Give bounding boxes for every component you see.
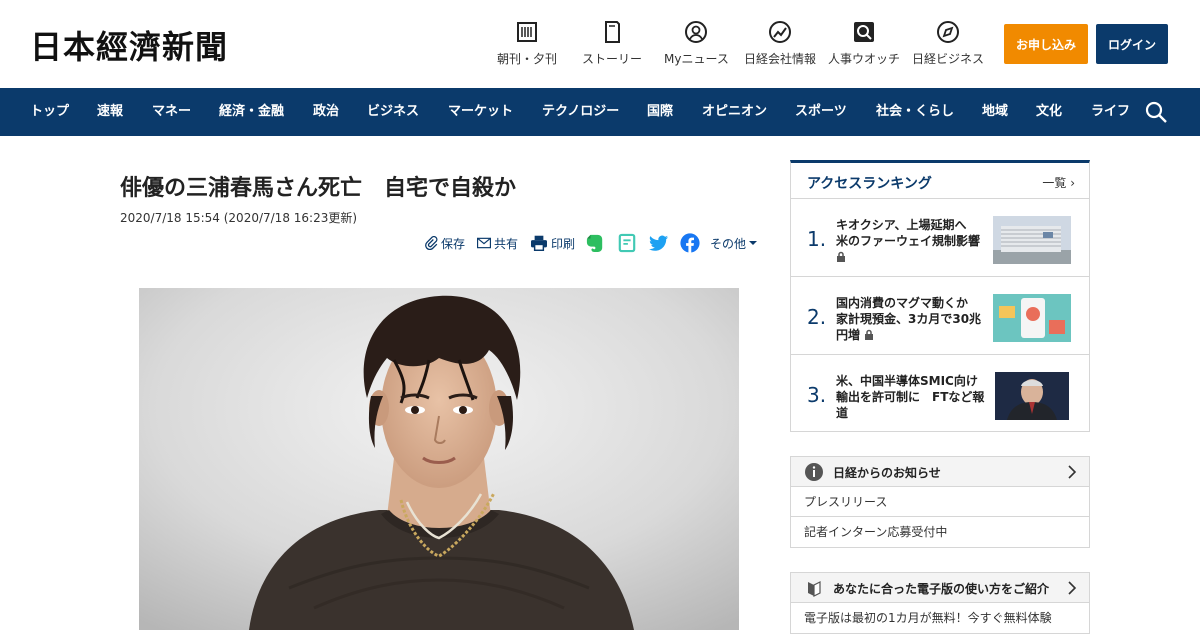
nav-money[interactable]: マネー bbox=[152, 88, 191, 136]
twitter-button[interactable] bbox=[649, 233, 672, 253]
note-icon bbox=[618, 233, 636, 253]
ranking-item-title: 米、中国半導体SMIC向け輸出を許可制に FTなど報道 bbox=[836, 374, 985, 420]
nav-market[interactable]: マーケット bbox=[448, 88, 513, 136]
chevron-right-icon bbox=[1068, 581, 1077, 595]
share-button[interactable]: 共有 bbox=[477, 233, 518, 253]
facebook-button[interactable] bbox=[680, 233, 703, 253]
guide-title: あなたに合った電子版の使い方をご紹介 bbox=[833, 582, 1050, 596]
ranking-item-title: キオクシア、上場延期へ 米のファーウェイ規制影響 bbox=[836, 217, 986, 265]
site-header: 日本經濟新聞 朝刊・夕刊 ストーリー Myニュース 日経会社情報 人事ウオッチ … bbox=[0, 0, 1200, 88]
access-ranking: アクセスランキング 一覧 › 1. キオクシア、上場延期へ 米のファーウェイ規制… bbox=[790, 160, 1090, 432]
compass-icon bbox=[937, 21, 959, 43]
facebook-icon bbox=[680, 233, 700, 253]
nav-international[interactable]: 国際 bbox=[647, 88, 673, 136]
info-icon bbox=[805, 463, 823, 481]
search-icon[interactable] bbox=[1144, 100, 1168, 124]
nav-economy[interactable]: 経済・金融 bbox=[219, 88, 284, 136]
nav-region[interactable]: 地域 bbox=[982, 88, 1008, 136]
nav-politics[interactable]: 政治 bbox=[313, 88, 339, 136]
nav-breaking[interactable]: 速報 bbox=[97, 88, 123, 136]
beginner-mark-icon bbox=[808, 581, 821, 597]
nav-opinion[interactable]: オピニオン bbox=[702, 88, 767, 136]
caret-down-icon bbox=[749, 241, 758, 245]
notice-header[interactable]: 日経からのお知らせ bbox=[791, 457, 1089, 487]
nav-my-news[interactable]: Myニュース bbox=[664, 20, 729, 67]
notice-item-press-release[interactable]: プレスリリース bbox=[791, 487, 1089, 517]
main-nav: トップ 速報 マネー 経済・金融 政治 ビジネス マーケット テクノロジー 国際… bbox=[0, 88, 1200, 136]
nav-top[interactable]: トップ bbox=[30, 88, 69, 136]
article-photo bbox=[139, 288, 739, 630]
twitter-icon bbox=[649, 235, 669, 251]
ranking-item[interactable]: 1. キオクシア、上場延期へ 米のファーウェイ規制影響 bbox=[791, 199, 1089, 277]
nav-business[interactable]: ビジネス bbox=[367, 88, 419, 136]
notice-title: 日経からのお知らせ bbox=[833, 466, 941, 480]
notice-item-intern[interactable]: 記者インターン応募受付中 bbox=[791, 517, 1089, 547]
newspaper-icon bbox=[517, 22, 537, 42]
nav-nikkei-business[interactable]: 日経ビジネス bbox=[912, 20, 984, 67]
printer-icon bbox=[531, 235, 547, 251]
nav-life[interactable]: ライフ bbox=[1091, 88, 1130, 136]
ranking-item[interactable]: 2. 国内消費のマグマ動くか 家計現預金、3カ月で30兆円増 bbox=[791, 277, 1089, 355]
nav-society[interactable]: 社会・くらし bbox=[876, 88, 954, 136]
rank-number: 1. bbox=[807, 227, 827, 251]
nav-company-info[interactable]: 日経会社情報 bbox=[744, 20, 816, 67]
guide-header[interactable]: あなたに合った電子版の使い方をご紹介 bbox=[791, 573, 1089, 603]
login-button[interactable]: ログイン bbox=[1096, 24, 1168, 64]
subscribe-button[interactable]: お申し込み bbox=[1004, 24, 1088, 64]
ranking-header: アクセスランキング 一覧 › bbox=[791, 163, 1089, 199]
book-icon bbox=[605, 21, 620, 43]
evernote-button[interactable] bbox=[586, 233, 607, 253]
rank-number: 2. bbox=[807, 305, 827, 329]
chevron-right-icon bbox=[1068, 465, 1077, 479]
nikkei-notice-box: 日経からのお知らせ プレスリリース 記者インターン応募受付中 bbox=[790, 456, 1090, 548]
ranking-more-link[interactable]: 一覧 › bbox=[1042, 174, 1075, 191]
ranking-thumbnail bbox=[995, 372, 1069, 420]
nav-print-edition[interactable]: 朝刊・夕刊 bbox=[497, 20, 557, 67]
ranking-item[interactable]: 3. 米、中国半導体SMIC向け輸出を許可制に FTなど報道 bbox=[791, 355, 1089, 433]
lock-icon bbox=[865, 329, 874, 340]
search-person-icon bbox=[854, 22, 874, 42]
paperclip-icon bbox=[425, 236, 438, 250]
nav-culture[interactable]: 文化 bbox=[1036, 88, 1062, 136]
site-logo[interactable]: 日本經濟新聞 bbox=[30, 22, 228, 68]
nav-story[interactable]: ストーリー bbox=[582, 20, 642, 67]
article-title: 俳優の三浦春馬さん死亡 自宅で自殺か bbox=[120, 176, 517, 201]
chart-icon bbox=[769, 21, 791, 43]
lock-icon bbox=[837, 251, 845, 262]
user-icon bbox=[685, 21, 708, 43]
article-date: 2020/7/18 15:54 (2020/7/18 16:23更新) bbox=[120, 211, 358, 225]
more-share-button[interactable]: その他 bbox=[710, 233, 761, 253]
ranking-item-title: 国内消費のマグマ動くか 家計現預金、3カ月で30兆円増 bbox=[836, 296, 982, 342]
mail-icon bbox=[477, 237, 491, 249]
guide-item-free-trial[interactable]: 電子版は最初の1カ月が無料！今すぐ無料体験 bbox=[791, 603, 1089, 633]
ranking-thumbnail bbox=[993, 294, 1071, 342]
ranking-title: アクセスランキング bbox=[807, 176, 932, 192]
save-button[interactable]: 保存 bbox=[424, 233, 465, 253]
nav-sports[interactable]: スポーツ bbox=[795, 88, 847, 136]
ranking-thumbnail bbox=[993, 216, 1071, 264]
chevron-right-icon: › bbox=[1070, 176, 1075, 190]
rank-number: 3. bbox=[807, 383, 827, 407]
nav-technology[interactable]: テクノロジー bbox=[542, 88, 619, 136]
guide-box: あなたに合った電子版の使い方をご紹介 電子版は最初の1カ月が無料！今すぐ無料体験 bbox=[790, 572, 1090, 634]
nav-personnel-watch[interactable]: 人事ウオッチ bbox=[828, 20, 900, 67]
evernote-icon bbox=[586, 234, 603, 252]
note-button[interactable] bbox=[618, 233, 639, 253]
print-button[interactable]: 印刷 bbox=[530, 233, 575, 253]
